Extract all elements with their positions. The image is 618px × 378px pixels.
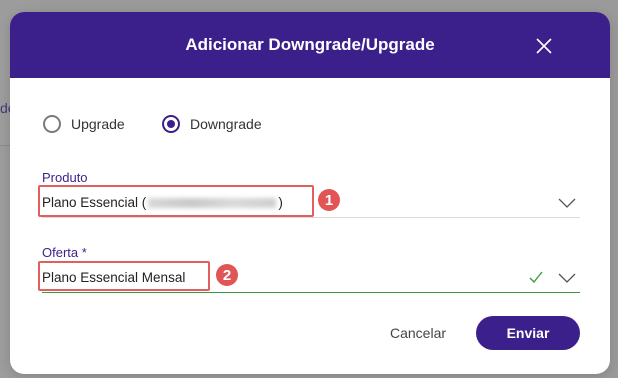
oferta-label: Oferta * xyxy=(42,245,87,260)
radio-upgrade-label: Upgrade xyxy=(71,116,125,132)
annotation-badge-2: 2 xyxy=(216,264,238,286)
radio-downgrade-indicator xyxy=(162,115,180,133)
close-icon xyxy=(536,38,552,54)
annotation-box-2 xyxy=(38,261,210,291)
radio-downgrade-label: Downgrade xyxy=(190,116,262,132)
cancel-button[interactable]: Cancelar xyxy=(374,319,462,347)
oferta-underline xyxy=(42,292,580,293)
chevron-down-icon xyxy=(558,198,576,208)
produto-label: Produto xyxy=(42,170,88,185)
radio-downgrade[interactable]: Downgrade xyxy=(162,115,262,133)
radio-upgrade-indicator xyxy=(43,115,61,133)
check-icon xyxy=(529,271,543,284)
modal-title: Adicionar Downgrade/Upgrade xyxy=(185,35,435,54)
chevron-down-icon xyxy=(558,273,576,283)
modal-header: Adicionar Downgrade/Upgrade xyxy=(10,12,610,78)
produto-underline xyxy=(42,217,580,218)
radio-upgrade[interactable]: Upgrade xyxy=(43,115,125,133)
close-button[interactable] xyxy=(532,34,556,58)
send-button[interactable]: Enviar xyxy=(476,316,580,350)
annotation-badge-1: 1 xyxy=(318,189,340,211)
annotation-box-1 xyxy=(38,185,314,217)
